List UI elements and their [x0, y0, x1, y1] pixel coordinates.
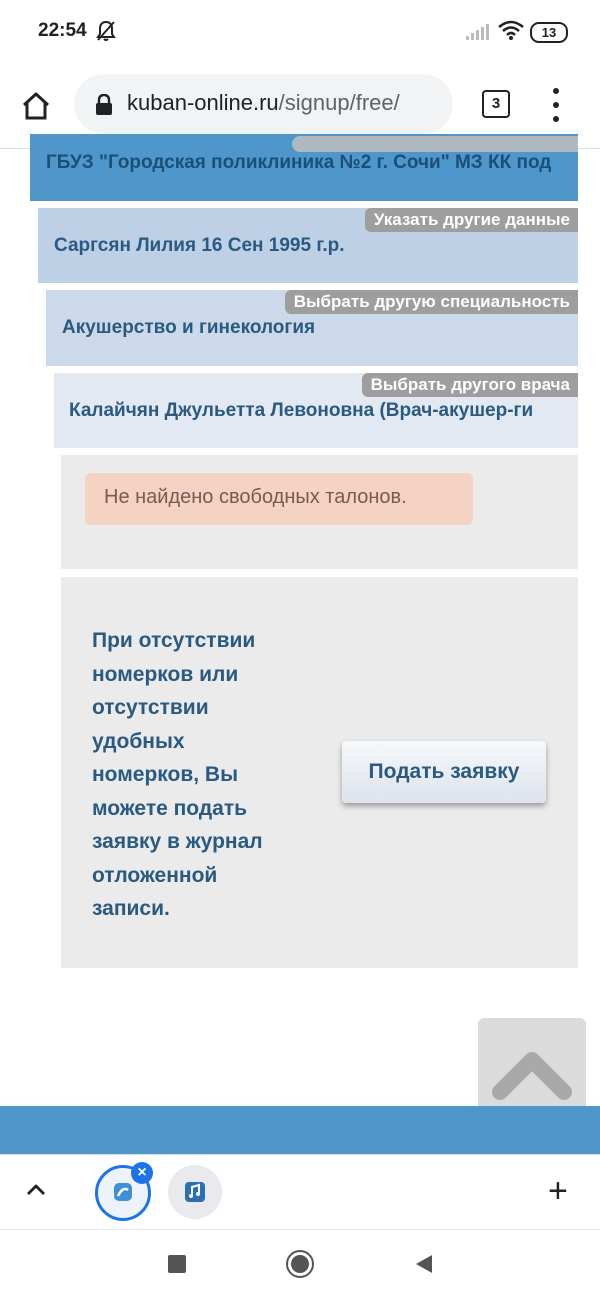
no-tickets-text: Не найдено свободных талонов.: [104, 486, 407, 508]
home-nav-inner: [291, 1255, 309, 1273]
music-app-icon: [185, 1182, 205, 1202]
chevron-up-icon[interactable]: [24, 1178, 48, 1207]
specialty-name: Акушерство и гинекология: [62, 317, 316, 338]
change-doctor-button[interactable]: Выбрать другого врача: [361, 373, 578, 397]
url-path: /signup/free/: [278, 90, 400, 115]
doctor-name: Калайчян Джульетта Левоновна (Врач-акуше…: [69, 400, 534, 421]
patient-card[interactable]: Указать другие данные Саргсян Лилия 16 С…: [38, 208, 578, 283]
tab-switcher-button[interactable]: 3: [482, 90, 510, 118]
bottom-tab-bar: [0, 1154, 600, 1229]
clinic-name: ГБУЗ "Городская поликлиника №2 г. Сочи" …: [46, 152, 552, 173]
recents-icon[interactable]: [168, 1255, 186, 1273]
specialty-card[interactable]: Выбрать другую специальность Акушерство …: [46, 290, 578, 366]
change-clinic-tag[interactable]: [292, 136, 578, 152]
change-patient-button[interactable]: Указать другие данные: [364, 208, 578, 232]
wifi-icon: [498, 20, 524, 45]
doctor-card[interactable]: Выбрать другого врача Калайчян Джульетта…: [54, 373, 578, 448]
request-info-text: При отсутствии номерков или отсутствии у…: [92, 629, 263, 920]
submit-request-button[interactable]: Подать заявку: [342, 741, 546, 803]
url-text[interactable]: kuban-online.ru/signup/free/: [127, 90, 400, 116]
url-domain: kuban-online.ru: [127, 90, 279, 115]
patient-info: Саргсян Лилия 16 Сен 1995 г.р.: [54, 235, 345, 256]
site-footer: [0, 1106, 600, 1154]
close-tab-icon[interactable]: ×: [131, 1162, 153, 1184]
status-time: 22:54: [38, 20, 87, 41]
bell-off-icon: [96, 20, 116, 47]
signal-icon: [466, 24, 490, 45]
more-vert-icon[interactable]: [548, 88, 564, 122]
new-tab-button[interactable]: +: [548, 1174, 568, 1208]
change-specialty-button[interactable]: Выбрать другую специальность: [284, 290, 578, 314]
clinic-card[interactable]: ГБУЗ "Городская поликлиника №2 г. Сочи" …: [30, 134, 578, 201]
lock-icon: [95, 93, 113, 121]
back-icon[interactable]: [414, 1254, 434, 1279]
battery-icon: 13: [530, 22, 568, 43]
home-icon[interactable]: [16, 86, 56, 126]
other-tab-thumbnail[interactable]: [168, 1165, 222, 1219]
